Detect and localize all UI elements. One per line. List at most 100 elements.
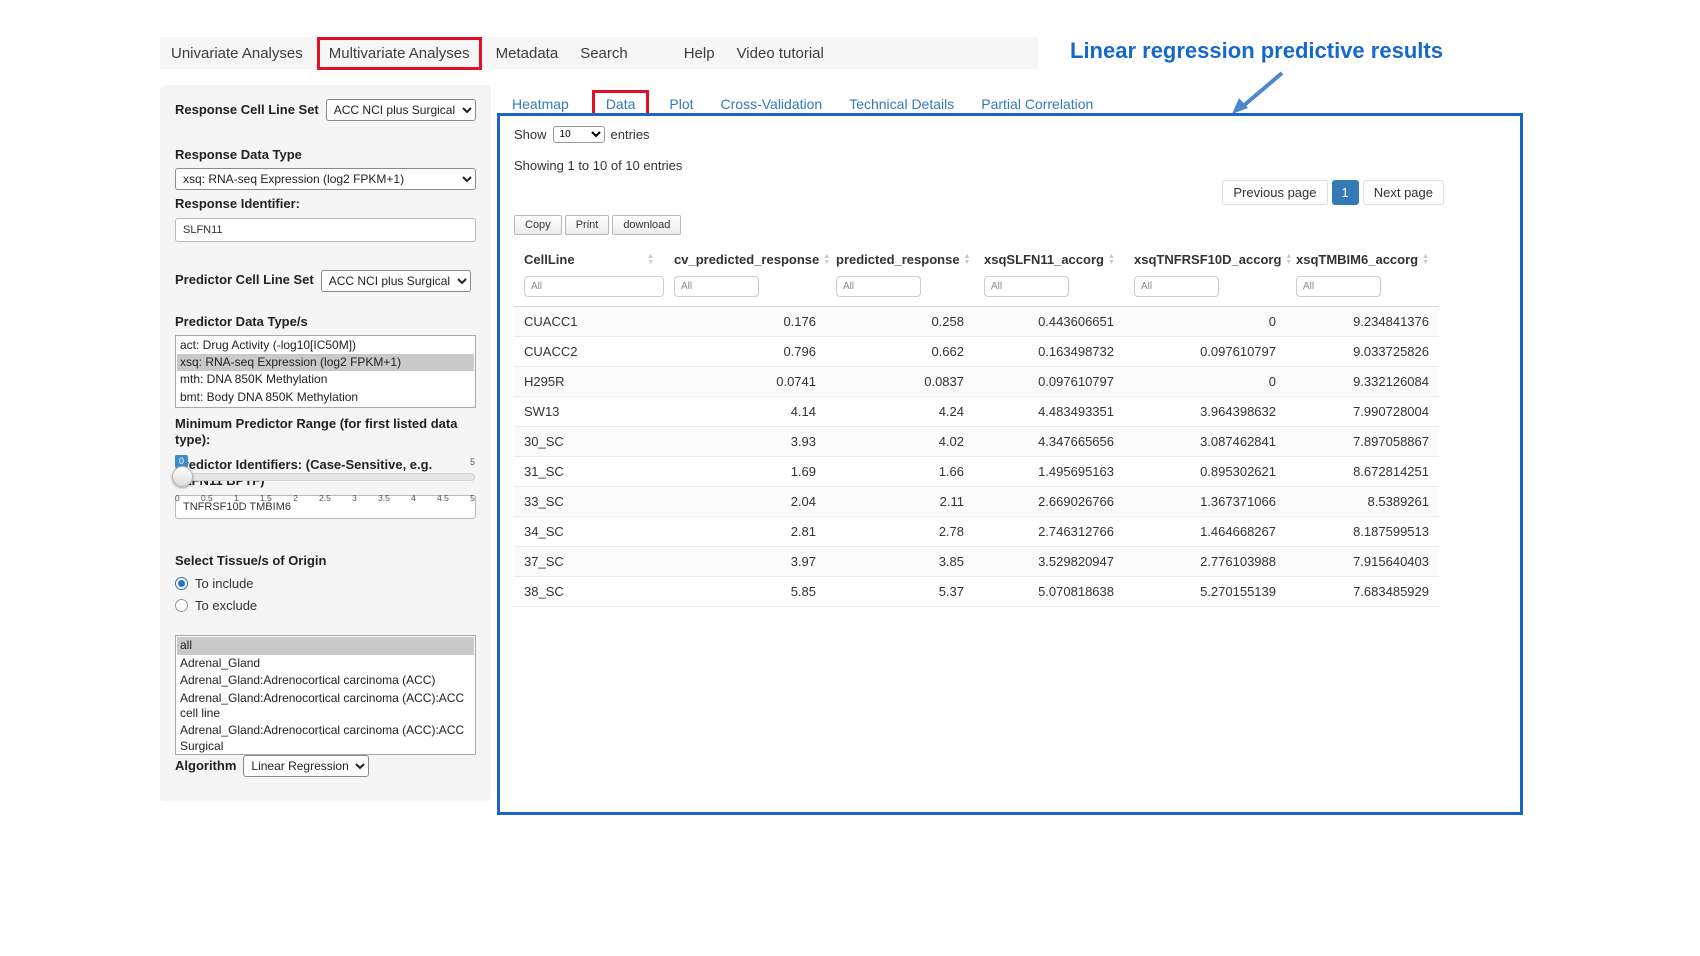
predictor-cell-line-set-label: Predictor Cell Line Set bbox=[175, 272, 314, 288]
column-header-predicted-response[interactable]: predicted_response▲▼ bbox=[826, 245, 974, 274]
tab-plot[interactable]: Plot bbox=[669, 96, 693, 112]
column-header-xsqslfn11-accorg[interactable]: xsqSLFN11_accorg▲▼ bbox=[974, 245, 1124, 274]
slider-tick-label: 2.5 bbox=[319, 493, 331, 503]
sort-icon: ▲▼ bbox=[964, 254, 971, 266]
table-body: CUACC10.1760.2580.44360665109.234841376C… bbox=[514, 307, 1439, 607]
sort-down-icon: ▼ bbox=[647, 260, 654, 266]
cell-line-cell: 34_SC bbox=[514, 517, 664, 547]
value-cell: 7.990728004 bbox=[1286, 397, 1439, 427]
nav-item-help[interactable]: Help bbox=[673, 45, 726, 62]
table-row[interactable]: CUACC20.7960.6620.1634987320.0976107979.… bbox=[514, 337, 1439, 367]
filter-input-cellline[interactable] bbox=[524, 276, 664, 297]
table-row[interactable]: H295R0.07410.08370.09761079709.332126084 bbox=[514, 367, 1439, 397]
value-cell: 0.097610797 bbox=[1124, 337, 1286, 367]
slider-track[interactable] bbox=[175, 473, 475, 481]
radio-label: To include bbox=[195, 576, 254, 591]
value-cell: 2.11 bbox=[826, 487, 974, 517]
sort-down-icon: ▼ bbox=[1285, 260, 1292, 266]
response-data-type-select[interactable]: xsq: RNA-seq Expression (log2 FPKM+1) bbox=[175, 168, 476, 190]
sort-icon: ▲▼ bbox=[1422, 254, 1429, 266]
value-cell: 0.097610797 bbox=[974, 367, 1124, 397]
value-cell: 2.04 bbox=[664, 487, 826, 517]
response-identifier-input[interactable] bbox=[175, 218, 476, 242]
value-cell: 2.81 bbox=[664, 517, 826, 547]
slider-tick-label: 2 bbox=[293, 493, 298, 503]
cell-line-cell: H295R bbox=[514, 367, 664, 397]
response-cell-line-set-select[interactable]: ACC NCI plus Surgical bbox=[326, 99, 476, 121]
table-header-row: CellLine▲▼cv_predicted_response▲▼predict… bbox=[514, 245, 1439, 274]
tab-heatmap[interactable]: Heatmap bbox=[512, 96, 569, 112]
filter-input-cv-predicted-response[interactable] bbox=[674, 276, 759, 297]
nav-item-search[interactable]: Search bbox=[569, 45, 639, 62]
predictor-data-type-option[interactable]: act: Drug Activity (-log10[IC50M]) bbox=[177, 337, 474, 354]
filter-input-xsqtmbim6-accorg[interactable] bbox=[1296, 276, 1381, 297]
next-page-button[interactable]: Next page bbox=[1363, 180, 1444, 205]
radio-label: To exclude bbox=[195, 598, 257, 613]
predictor-data-type-list[interactable]: act: Drug Activity (-log10[IC50M])xsq: R… bbox=[175, 335, 476, 408]
nav-item-metadata[interactable]: Metadata bbox=[485, 45, 570, 62]
previous-page-button[interactable]: Previous page bbox=[1222, 180, 1327, 205]
entries-label: entries bbox=[611, 127, 650, 142]
nav-item-multivariate-analyses[interactable]: Multivariate Analyses bbox=[317, 37, 482, 70]
tissue-radio-to-exclude[interactable]: To exclude bbox=[175, 598, 476, 613]
sort-down-icon: ▼ bbox=[823, 260, 830, 266]
tissue-option[interactable]: Adrenal_Gland:Adrenocortical carcinoma (… bbox=[177, 690, 474, 723]
results-table: CellLine▲▼cv_predicted_response▲▼predict… bbox=[514, 245, 1439, 607]
value-cell: 4.14 bbox=[664, 397, 826, 427]
tissue-option[interactable]: Adrenal_Gland bbox=[177, 655, 474, 672]
nav-item-video-tutorial[interactable]: Video tutorial bbox=[726, 45, 835, 62]
predictor-cell-line-set-select[interactable]: ACC NCI plus Surgical bbox=[321, 270, 471, 292]
tissue-list[interactable]: allAdrenal_GlandAdrenal_Gland:Adrenocort… bbox=[175, 635, 476, 755]
slider-tick-label: 5 bbox=[470, 493, 475, 503]
value-cell: 1.66 bbox=[826, 457, 974, 487]
cell-line-cell: 37_SC bbox=[514, 547, 664, 577]
column-header-xsqtmbim6-accorg[interactable]: xsqTMBIM6_accorg▲▼ bbox=[1286, 245, 1439, 274]
value-cell: 4.24 bbox=[826, 397, 974, 427]
value-cell: 7.915640403 bbox=[1286, 547, 1439, 577]
slider-max-label: 5 bbox=[470, 457, 475, 467]
cell-line-cell: CUACC2 bbox=[514, 337, 664, 367]
tissue-radio-to-include[interactable]: To include bbox=[175, 576, 476, 591]
filter-input-predicted-response[interactable] bbox=[836, 276, 921, 297]
slider-handle[interactable] bbox=[172, 466, 193, 487]
predictor-data-type-option[interactable]: mth: DNA 850K Methylation bbox=[177, 371, 474, 388]
predictor-data-type-option[interactable]: xsq: RNA-seq Expression (log2 FPKM+1) bbox=[177, 354, 474, 371]
nav-item-univariate-analyses[interactable]: Univariate Analyses bbox=[160, 45, 314, 62]
tissue-origin-label: Select Tissue/s of Origin bbox=[175, 553, 476, 569]
value-cell: 7.897058867 bbox=[1286, 427, 1439, 457]
tab-partial-correlation[interactable]: Partial Correlation bbox=[981, 96, 1093, 112]
top-nav: Univariate AnalysesMultivariate Analyses… bbox=[160, 37, 1038, 69]
value-cell: 1.464668267 bbox=[1124, 517, 1286, 547]
table-row[interactable]: 33_SC2.042.112.6690267661.3673710668.538… bbox=[514, 487, 1439, 517]
table-row[interactable]: 37_SC3.973.853.5298209472.7761039887.915… bbox=[514, 547, 1439, 577]
value-cell: 0.0741 bbox=[664, 367, 826, 397]
pagination: Previous page 1 Next page bbox=[514, 179, 1444, 206]
predictor-data-type-option[interactable]: bmt: Body DNA 850K Methylation bbox=[177, 389, 474, 406]
column-header-cv-predicted-response[interactable]: cv_predicted_response▲▼ bbox=[664, 245, 826, 274]
download-button[interactable]: download bbox=[612, 215, 681, 235]
algorithm-select[interactable]: Linear Regression bbox=[243, 755, 369, 777]
table-row[interactable]: 34_SC2.812.782.7463127661.4646682678.187… bbox=[514, 517, 1439, 547]
copy-button[interactable]: Copy bbox=[514, 215, 562, 235]
tissue-option[interactable]: Adrenal_Gland:Adrenocortical carcinoma (… bbox=[177, 672, 474, 689]
tab-technical-details[interactable]: Technical Details bbox=[849, 96, 954, 112]
filter-input-xsqtnfrsf10d-accorg[interactable] bbox=[1134, 276, 1219, 297]
column-header-cellline[interactable]: CellLine▲▼ bbox=[514, 245, 664, 274]
value-cell: 9.033725826 bbox=[1286, 337, 1439, 367]
column-header-xsqtnfrsf10d-accorg[interactable]: xsqTNFRSF10D_accorg▲▼ bbox=[1124, 245, 1286, 274]
table-row[interactable]: 38_SC5.855.375.0708186385.2701551397.683… bbox=[514, 577, 1439, 607]
tissue-option[interactable]: Adrenal_Gland:Adrenocortical carcinoma (… bbox=[177, 722, 474, 755]
table-row[interactable]: 30_SC3.934.024.3476656563.0874628417.897… bbox=[514, 427, 1439, 457]
table-row[interactable]: SW134.144.244.4834933513.9643986327.9907… bbox=[514, 397, 1439, 427]
table-row[interactable]: 31_SC1.691.661.4956951630.8953026218.672… bbox=[514, 457, 1439, 487]
filter-cell bbox=[514, 274, 664, 307]
tab-cross-validation[interactable]: Cross-Validation bbox=[721, 96, 823, 112]
export-buttons: CopyPrintdownload bbox=[514, 215, 1506, 235]
filter-input-xsqslfn11-accorg[interactable] bbox=[984, 276, 1069, 297]
print-button[interactable]: Print bbox=[565, 215, 610, 235]
table-row[interactable]: CUACC10.1760.2580.44360665109.234841376 bbox=[514, 307, 1439, 337]
cell-line-cell: CUACC1 bbox=[514, 307, 664, 337]
current-page-button[interactable]: 1 bbox=[1332, 180, 1359, 205]
tissue-option[interactable]: all bbox=[177, 637, 474, 654]
entries-select[interactable]: 10 bbox=[553, 126, 605, 143]
